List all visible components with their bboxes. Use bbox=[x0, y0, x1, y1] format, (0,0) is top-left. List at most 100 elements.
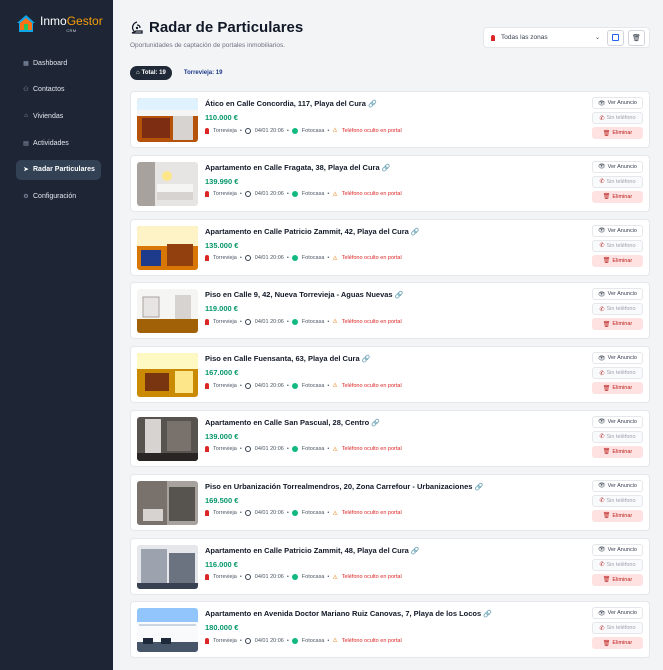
listing-price: 135.000 € bbox=[205, 240, 239, 250]
no-phone-button[interactable]: ✆ Sin teléfono bbox=[592, 175, 643, 188]
listing-source: Fotocasa bbox=[301, 255, 325, 262]
source-icon bbox=[291, 510, 298, 517]
sidebar-item-contactos[interactable]: ⚇ Contactos bbox=[16, 80, 101, 100]
source-icon bbox=[291, 574, 298, 581]
delete-listing-button[interactable]: 🗑 Eliminar bbox=[592, 127, 643, 139]
no-phone-button[interactable]: ✆ Sin teléfono bbox=[592, 239, 643, 252]
listing-date: 04/01 20:06 bbox=[254, 446, 284, 453]
listing-photo[interactable] bbox=[137, 353, 198, 398]
listing-title-text: Apartamento en Calle Patricio Zammit, 42… bbox=[205, 226, 409, 236]
refresh-icon bbox=[612, 34, 619, 41]
title-row: Radar de Particulares bbox=[130, 19, 303, 36]
listing-photo[interactable] bbox=[137, 161, 198, 206]
sidebar-item-dashboard[interactable]: ▦ Dashboard bbox=[16, 53, 101, 73]
no-phone-button[interactable]: ✆ Sin teléfono bbox=[592, 494, 643, 507]
calendar-icon: ▤ bbox=[23, 140, 29, 147]
delete-listing-button[interactable]: 🗑 Eliminar bbox=[592, 318, 643, 331]
refresh-button[interactable] bbox=[607, 29, 624, 46]
map-pin-icon bbox=[205, 510, 209, 517]
no-phone-button[interactable]: ✆ Sin teléfono bbox=[592, 430, 643, 443]
app-logo[interactable]: InmoGestor CRM bbox=[16, 14, 103, 34]
listing-title[interactable]: Piso en Urbanización Torrealmendros, 20,… bbox=[205, 482, 483, 491]
no-phone-button[interactable]: ✆ Sin teléfono bbox=[592, 558, 643, 571]
link-icon: 🔗 bbox=[410, 228, 420, 236]
separator: • bbox=[239, 255, 242, 262]
brand-sub: CRM bbox=[66, 28, 77, 33]
listing-card: Apartamento en Calle Patricio Zammit, 48… bbox=[130, 537, 650, 595]
view-listing-button[interactable]: 👁 Ver Anuncio bbox=[592, 479, 643, 492]
delete-listing-button[interactable]: 🗑 Eliminar bbox=[592, 254, 643, 267]
listing-title[interactable]: Apartamento en Calle San Pascual, 28, Ce… bbox=[205, 418, 380, 427]
warning-icon: ⚠ bbox=[332, 446, 338, 453]
listing-photo[interactable] bbox=[137, 289, 198, 334]
source-icon bbox=[291, 446, 298, 453]
home-icon: ⌂ bbox=[24, 113, 28, 120]
no-phone-button[interactable]: ✆ Sin teléfono bbox=[592, 303, 643, 316]
phone-icon: ✆ bbox=[599, 115, 605, 122]
listing-title-text: Apartamento en Calle Patricio Zammit, 48… bbox=[205, 545, 409, 555]
listing-title[interactable]: Apartamento en Calle Patricio Zammit, 42… bbox=[205, 227, 420, 236]
no-phone-button[interactable]: ✆ Sin teléfono bbox=[592, 112, 643, 124]
delete-listing-button[interactable]: 🗑 Eliminar bbox=[592, 190, 643, 203]
view-listing-button[interactable]: 👁 Ver Anuncio bbox=[592, 543, 643, 556]
listing-city: Torrevieja bbox=[213, 318, 237, 325]
sidebar-item-radar-particulares[interactable]: ➤ Radar Particulares bbox=[16, 159, 101, 180]
listing-photo[interactable] bbox=[137, 225, 198, 270]
separator: • bbox=[286, 510, 289, 517]
delete-listing-button[interactable]: 🗑 Eliminar bbox=[592, 573, 643, 586]
view-listing-label: Ver Anuncio bbox=[607, 227, 637, 234]
eye-icon: 👁 bbox=[598, 164, 606, 171]
listing-meta: Torrevieja • 04/01 20:06 • Fotocasa • ⚠ … bbox=[205, 382, 402, 389]
listing-photo[interactable] bbox=[137, 608, 198, 653]
trash-icon: 🗑 bbox=[602, 513, 611, 520]
view-listing-button[interactable]: 👁 Ver Anuncio bbox=[592, 415, 643, 428]
trash-icon: 🗑 bbox=[602, 449, 611, 456]
view-listing-button[interactable]: 👁 Ver Anuncio bbox=[592, 224, 643, 237]
view-listing-button[interactable]: 👁 Ver Anuncio bbox=[592, 352, 643, 365]
delete-listing-button[interactable]: 🗑 Eliminar bbox=[592, 382, 643, 395]
listing-list: Ático en Calle Concordia, 117, Playa del… bbox=[130, 91, 650, 665]
separator: • bbox=[327, 637, 330, 644]
tab-total[interactable]: ⌂ Total: 19 bbox=[130, 66, 172, 80]
sidebar-item-configuraci-n[interactable]: ⚙ Configuración bbox=[16, 186, 101, 206]
listing-source: Fotocasa bbox=[301, 574, 325, 581]
main-content: Radar de Particulares Oportunidades de c… bbox=[113, 0, 663, 670]
clear-button[interactable]: 🗑 bbox=[628, 29, 645, 46]
listing-photo[interactable] bbox=[137, 544, 198, 589]
view-listing-button[interactable]: 👁 Ver Anuncio bbox=[592, 607, 643, 620]
sidebar-item-viviendas[interactable]: ⌂ Viviendas bbox=[16, 106, 101, 126]
map-pin-icon bbox=[205, 191, 209, 198]
phone-hidden-note: Teléfono oculto en portal bbox=[341, 574, 402, 581]
listing-title[interactable]: Apartamento en Calle Fragata, 38, Playa … bbox=[205, 163, 390, 172]
listing-photo[interactable] bbox=[137, 416, 198, 461]
listing-title[interactable]: Piso en Calle Fuensanta, 63, Playa del C… bbox=[205, 354, 370, 363]
listing-title[interactable]: Piso en Calle 9, 42, Nueva Torrevieja - … bbox=[205, 290, 403, 299]
delete-listing-button[interactable]: 🗑 Eliminar bbox=[592, 637, 643, 650]
zone-select[interactable]: Todas las zonas ⌄ bbox=[488, 30, 603, 45]
listing-photo[interactable] bbox=[137, 480, 198, 525]
sidebar-nav: ▦ Dashboard ⚇ Contactos ⌂ Viviendas ▤ Actividad… bbox=[16, 53, 101, 213]
listing-title[interactable]: Ático en Calle Concordia, 117, Playa del… bbox=[205, 99, 377, 108]
tab-total-label: Total: 19 bbox=[141, 70, 166, 76]
warning-icon: ⚠ bbox=[332, 319, 338, 326]
listing-title[interactable]: Apartamento en Calle Patricio Zammit, 48… bbox=[205, 546, 420, 555]
view-listing-label: Ver Anuncio bbox=[607, 418, 637, 425]
tab-torrevieja[interactable]: Torrevieja: 19 bbox=[178, 66, 229, 80]
view-listing-button[interactable]: 👁 Ver Anuncio bbox=[592, 160, 643, 173]
listing-actions: 👁 Ver Anuncio ✆ Sin teléfono 🗑 Eliminar bbox=[592, 479, 643, 525]
separator: • bbox=[239, 574, 242, 581]
no-phone-button[interactable]: ✆ Sin teléfono bbox=[592, 622, 643, 635]
delete-listing-button[interactable]: 🗑 Eliminar bbox=[592, 509, 643, 522]
no-phone-button[interactable]: ✆ Sin teléfono bbox=[592, 367, 643, 380]
view-listing-button[interactable]: 👁 Ver Anuncio bbox=[592, 97, 643, 109]
delete-listing-button[interactable]: 🗑 Eliminar bbox=[592, 445, 643, 458]
eye-icon: 👁 bbox=[598, 419, 606, 426]
listing-photo[interactable] bbox=[137, 98, 198, 142]
listing-title[interactable]: Apartamento en Avenida Doctor Mariano Ru… bbox=[205, 609, 492, 618]
sidebar-item-actividades[interactable]: ▤ Actividades bbox=[16, 133, 101, 153]
no-phone-label: Sin teléfono bbox=[606, 242, 636, 249]
view-listing-button[interactable]: 👁 Ver Anuncio bbox=[592, 288, 643, 301]
map-pin-icon bbox=[205, 318, 209, 325]
listing-source: Fotocasa bbox=[301, 446, 325, 453]
phone-icon: ✆ bbox=[599, 498, 605, 505]
